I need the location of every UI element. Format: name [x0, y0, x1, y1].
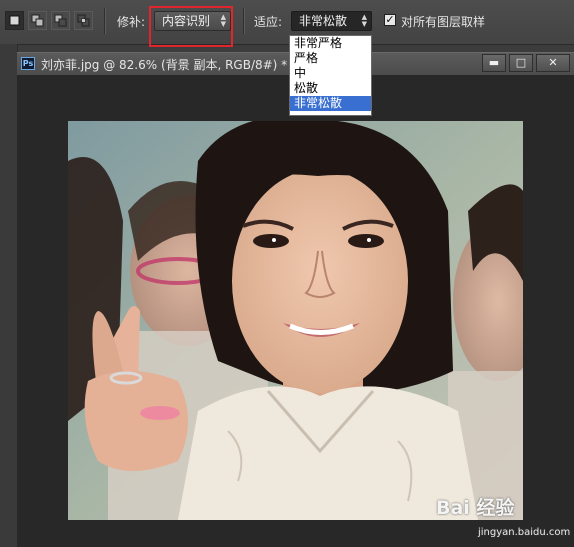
document-image: [68, 121, 523, 520]
baidu-watermark-url: jingyan.baidu.com: [478, 527, 571, 538]
toolbar-divider: [243, 8, 245, 34]
patch-mode-value: 内容识别: [162, 14, 211, 28]
intersect-selection-icon: [77, 14, 90, 27]
select-arrows-icon: ▲ ▼: [361, 13, 367, 28]
adapt-option-loose[interactable]: 松散: [290, 81, 371, 96]
document-title: 刘亦菲.jpg @ 82.6% (背景 副本, RGB/8#) *: [41, 58, 288, 72]
options-bar: 修补: 内容识别 ▲ ▼ 适应: 非常松散 ▲ ▼ ✓ 对所有图层取样: [0, 0, 574, 45]
adapt-option-very-loose[interactable]: 非常松散: [290, 96, 371, 111]
adapt-option-strict[interactable]: 严格: [290, 51, 371, 66]
subtract-from-selection-button[interactable]: [51, 11, 70, 30]
maximize-icon: □: [515, 56, 527, 69]
new-selection-mode-button[interactable]: [5, 11, 24, 30]
maximize-button[interactable]: □: [509, 54, 533, 72]
sample-all-layers-checkbox[interactable]: ✓: [384, 14, 396, 26]
new-selection-icon: [9, 15, 20, 26]
baidu-watermark: Bai 经验: [436, 497, 515, 519]
adapt-option-very-strict[interactable]: 非常严格: [290, 36, 371, 51]
toolbar-divider: [104, 8, 106, 34]
minimize-button[interactable]: ▬: [482, 54, 506, 72]
add-to-selection-button[interactable]: [28, 11, 47, 30]
adapt-option-medium[interactable]: 中: [290, 66, 371, 81]
portrait-photo: [68, 121, 523, 520]
subtract-selection-icon: [54, 14, 67, 27]
patch-label: 修补:: [117, 15, 146, 29]
adapt-dropdown-menu: 非常严格 严格 中 松散 非常松散: [289, 35, 372, 116]
adapt-select[interactable]: 非常松散 ▲ ▼: [291, 11, 372, 31]
photoshop-document-icon: Ps: [21, 57, 35, 70]
select-arrows-icon: ▲ ▼: [220, 13, 226, 28]
patch-mode-select[interactable]: 内容识别 ▲ ▼: [154, 11, 231, 31]
tools-panel-edge: [0, 44, 18, 547]
intersect-selection-button[interactable]: [74, 11, 93, 30]
close-icon: ✕: [548, 56, 558, 69]
adapt-value: 非常松散: [299, 14, 348, 28]
add-selection-icon: [31, 14, 44, 27]
minimize-icon: ▬: [488, 56, 500, 69]
close-button[interactable]: ✕: [536, 54, 570, 72]
adapt-label: 适应:: [254, 15, 283, 29]
sample-all-layers-label: 对所有图层取样: [401, 15, 486, 29]
